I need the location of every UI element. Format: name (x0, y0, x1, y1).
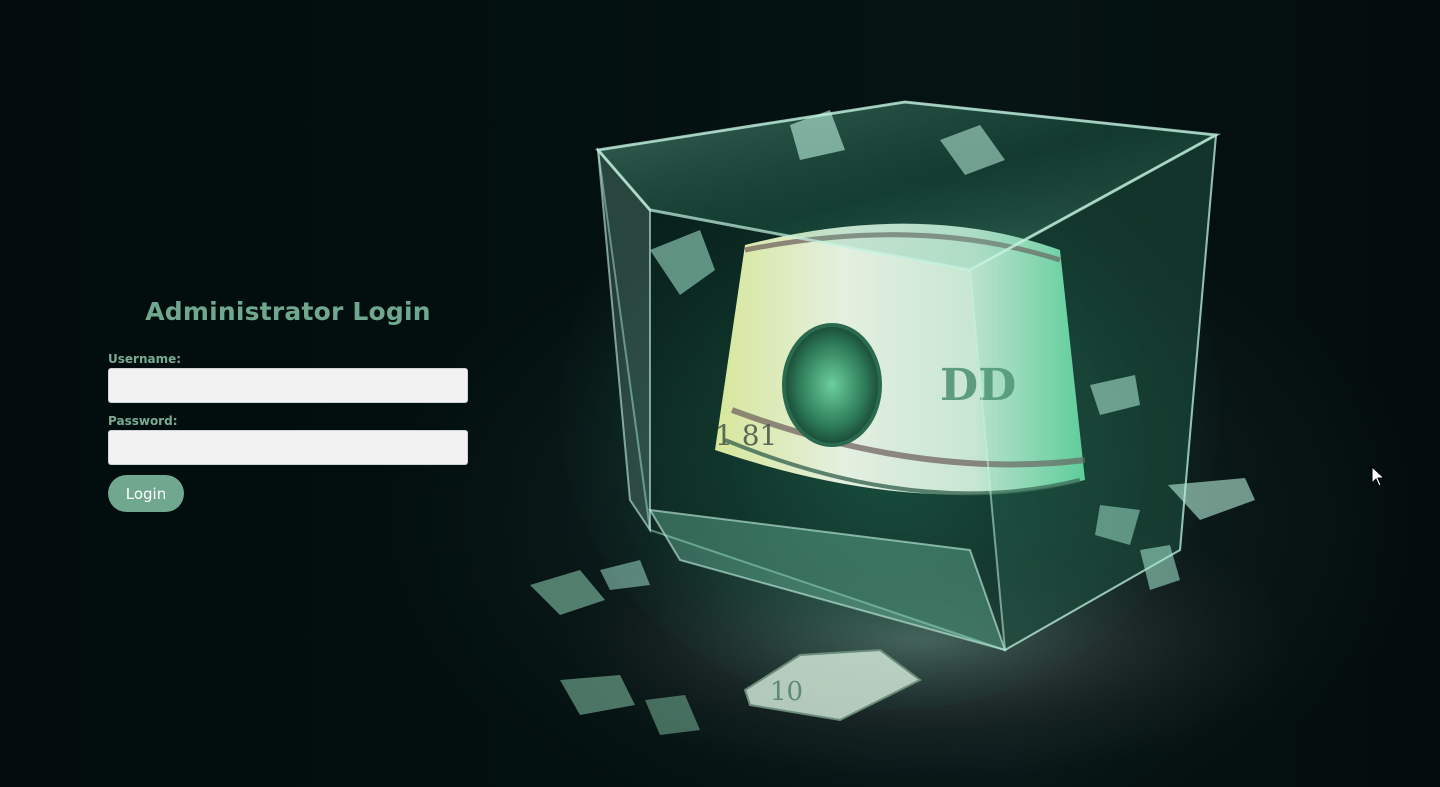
glass-cube-money-illustration: DD 1 81 10 (530, 100, 1280, 750)
login-form: Administrator Login Username: Password: … (108, 292, 468, 512)
password-input[interactable] (108, 430, 468, 465)
login-button[interactable]: Login (108, 475, 184, 512)
svg-text:10: 10 (770, 677, 803, 707)
username-label: Username: (108, 352, 182, 366)
login-page: DD 1 81 10 Administrator Login Username:… (0, 0, 1440, 787)
username-input[interactable] (108, 368, 468, 403)
svg-text:1 81: 1 81 (715, 419, 777, 452)
mouse-pointer-icon (1371, 466, 1385, 487)
page-title: Administrator Login (145, 297, 431, 326)
password-label: Password: (108, 414, 178, 428)
